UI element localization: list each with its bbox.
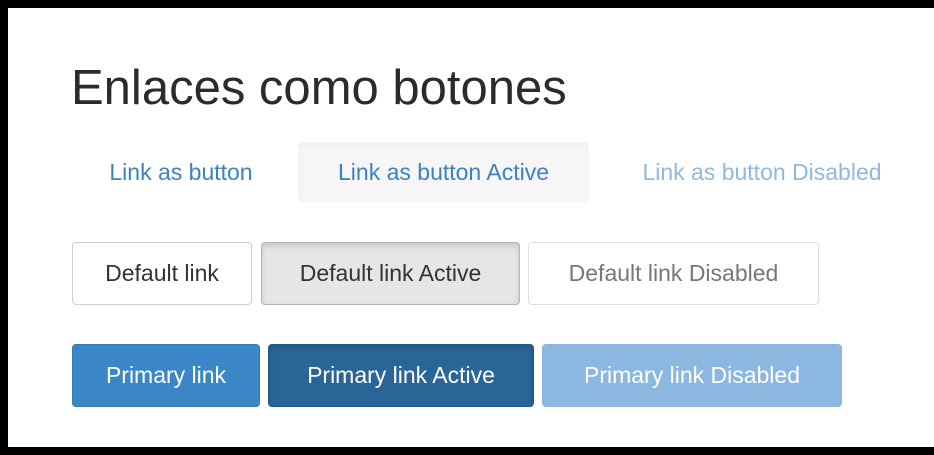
link-as-button-active[interactable]: Link as button Active: [298, 142, 589, 202]
link-as-button-disabled: Link as button Disabled: [642, 158, 882, 185]
primary-link-button[interactable]: Primary link: [72, 344, 260, 407]
default-link-disabled-button: Default link Disabled: [528, 242, 819, 305]
page-frame: Enlaces como botones Link as button Link…: [0, 0, 934, 455]
default-link-button[interactable]: Default link: [72, 242, 252, 305]
primary-link-active-button[interactable]: Primary link Active: [268, 344, 534, 407]
page-title: Enlaces como botones: [71, 61, 567, 115]
link-as-button[interactable]: Link as button: [78, 142, 284, 202]
primary-link-disabled-button: Primary link Disabled: [542, 344, 842, 407]
default-link-active-button[interactable]: Default link Active: [261, 242, 520, 305]
